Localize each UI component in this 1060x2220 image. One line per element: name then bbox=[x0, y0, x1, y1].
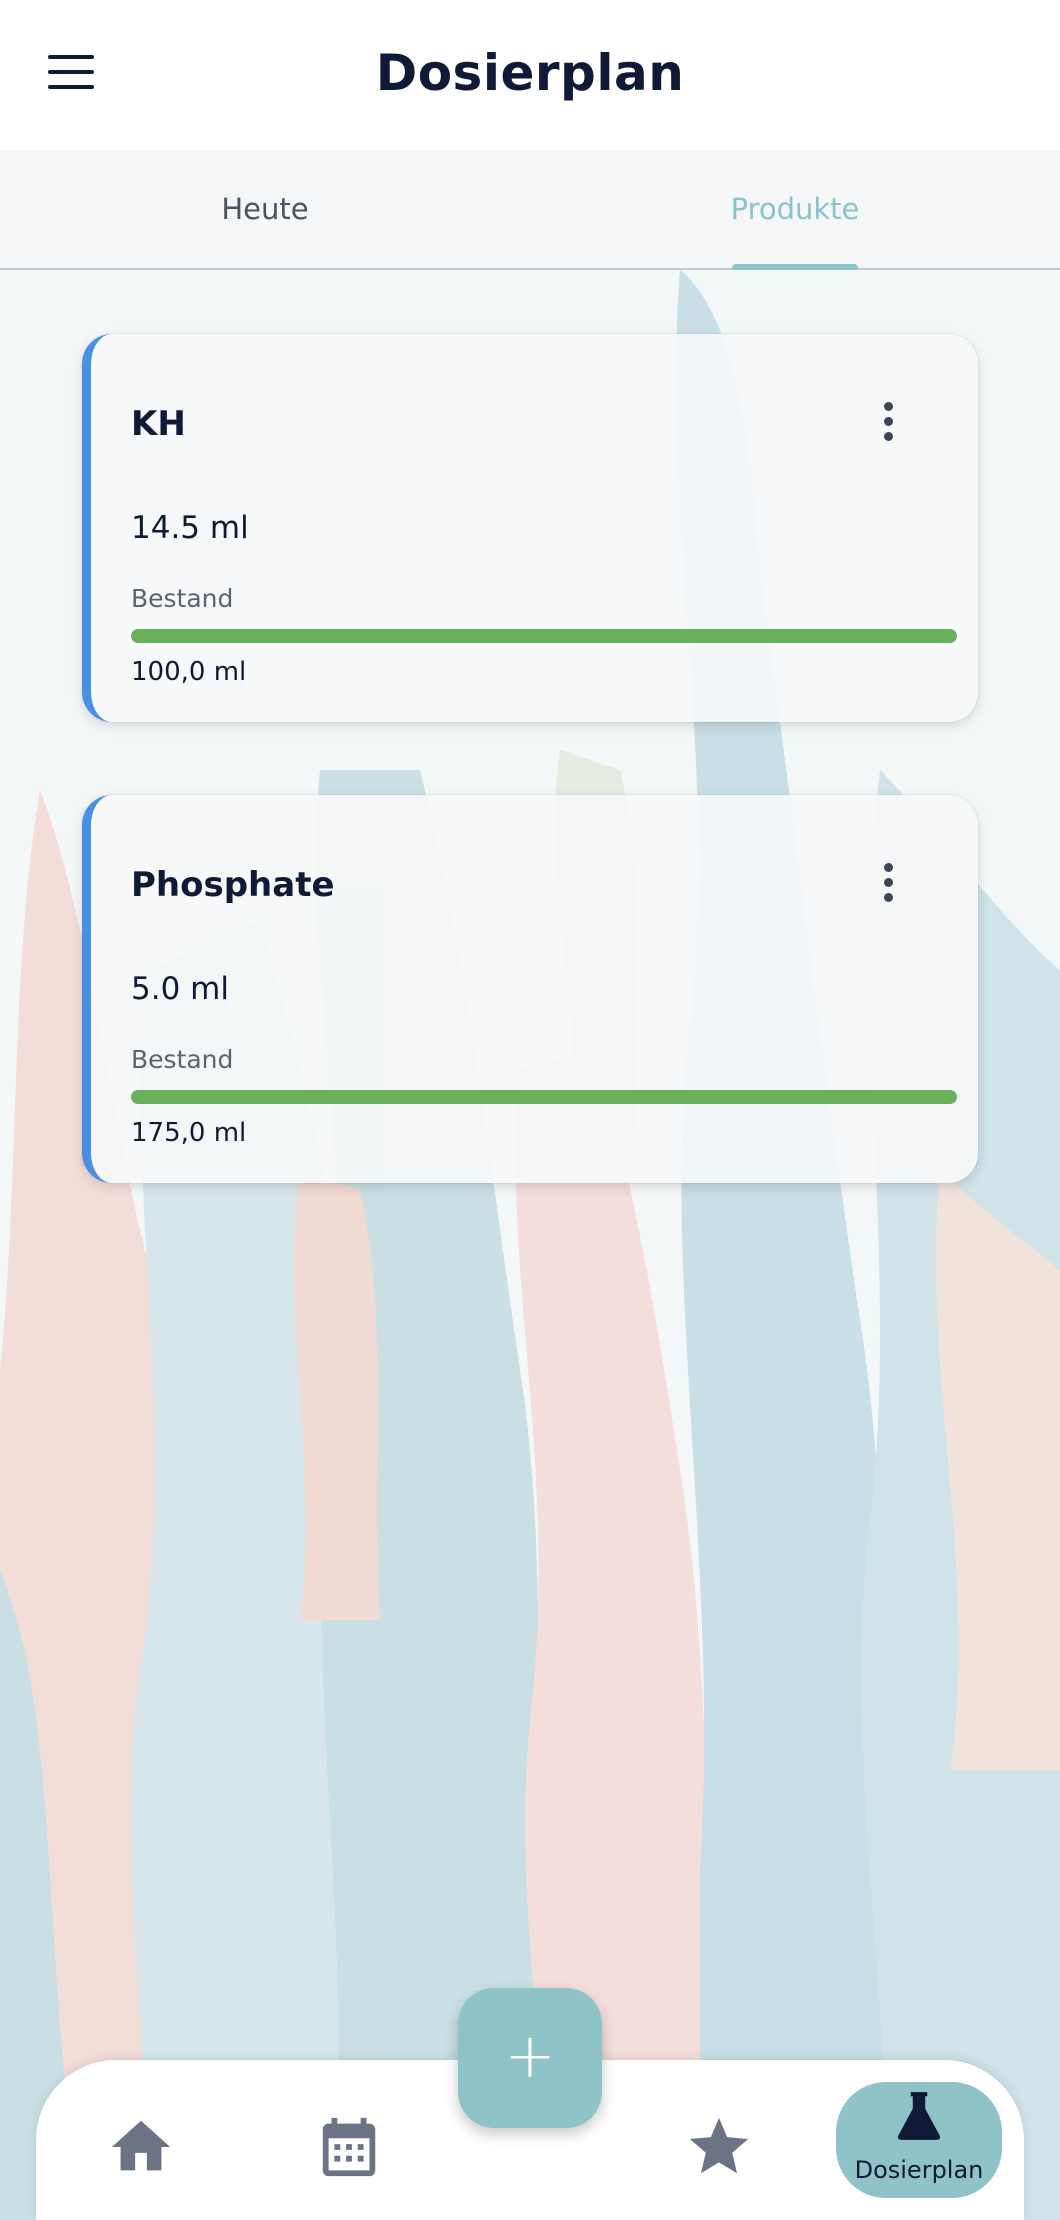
stock-progress-bar bbox=[131, 629, 957, 643]
stock-label: Bestand bbox=[131, 584, 234, 613]
add-product-button[interactable]: + bbox=[458, 1988, 602, 2128]
stock-amount: 100,0 ml bbox=[131, 657, 247, 687]
product-dose: 14.5 ml bbox=[131, 510, 249, 546]
flask-icon bbox=[897, 2092, 941, 2140]
stock-amount: 175,0 ml bbox=[131, 1118, 247, 1148]
star-icon[interactable] bbox=[684, 2112, 754, 2182]
product-card-kh[interactable]: KH 14.5 ml Bestand 100,0 ml bbox=[82, 334, 978, 722]
tab-produkte[interactable]: Produkte bbox=[530, 150, 1060, 268]
product-dose: 5.0 ml bbox=[131, 971, 229, 1007]
product-card-phosphate[interactable]: Phosphate 5.0 ml Bestand 175,0 ml bbox=[82, 795, 978, 1183]
stock-label: Bestand bbox=[131, 1045, 234, 1074]
calendar-icon[interactable] bbox=[314, 2112, 384, 2182]
stock-progress-fill bbox=[131, 629, 957, 643]
nav-dosierplan-label: Dosierplan bbox=[854, 2156, 984, 2184]
product-name: KH bbox=[131, 404, 186, 444]
product-name: Phosphate bbox=[131, 865, 335, 905]
tab-heute[interactable]: Heute bbox=[0, 150, 530, 268]
plus-icon: + bbox=[504, 2019, 556, 2092]
home-icon[interactable] bbox=[106, 2112, 176, 2182]
more-options-icon[interactable] bbox=[873, 402, 903, 452]
stock-progress-fill bbox=[131, 1090, 957, 1104]
app-bar: Dosierplan bbox=[0, 0, 1060, 150]
nav-dosierplan[interactable]: Dosierplan bbox=[836, 2082, 1002, 2198]
more-options-icon[interactable] bbox=[873, 863, 903, 913]
tab-bar: Heute Produkte bbox=[0, 150, 1060, 270]
active-tab-indicator bbox=[732, 264, 858, 270]
page-title: Dosierplan bbox=[375, 44, 685, 102]
stock-progress-bar bbox=[131, 1090, 957, 1104]
